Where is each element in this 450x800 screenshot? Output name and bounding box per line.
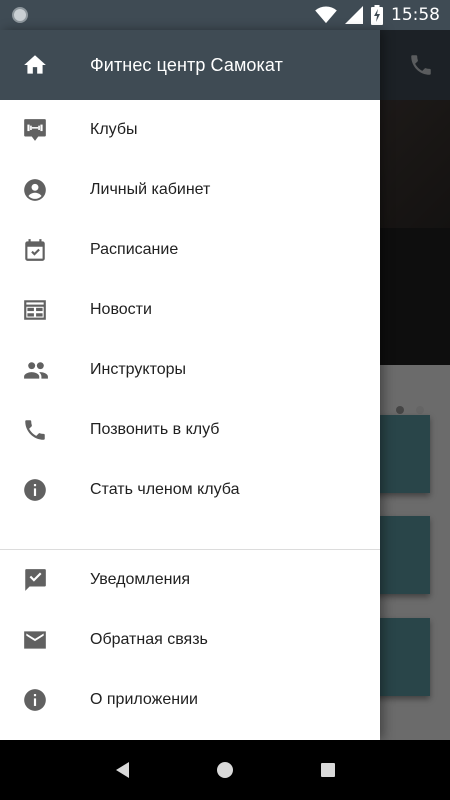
recents-icon[interactable]: [308, 750, 348, 790]
home-circle-icon[interactable]: [205, 750, 245, 790]
drawer-item-about[interactable]: О приложении: [0, 670, 380, 730]
drawer-item-label: Обратная связь: [90, 631, 208, 648]
drawer-item-schedule[interactable]: Расписание: [0, 220, 380, 280]
status-icons: 15:58: [315, 0, 440, 30]
drawer-item-instructors[interactable]: Инструкторы: [0, 340, 380, 400]
drawer-item-label: Расписание: [90, 241, 179, 258]
dumbbell-location-icon: [0, 117, 90, 143]
notification-check-icon: [0, 567, 90, 593]
info-icon: [0, 477, 90, 503]
drawer-item-notifications[interactable]: Уведомления: [0, 550, 380, 610]
account-circle-icon: [0, 177, 90, 203]
drawer-item-label: Уведомления: [90, 571, 191, 588]
drawer-header[interactable]: Фитнес центр Самокат: [0, 30, 380, 100]
drawer-item-label: Инструкторы: [90, 361, 187, 378]
drawer-item-label: Личный кабинет: [90, 181, 211, 198]
drawer-title: Фитнес центр Самокат: [90, 54, 283, 75]
drawer-menu-primary: Клубы Личный кабинет Расписание Новости …: [0, 100, 380, 520]
drawer-item-label: Клубы: [90, 121, 138, 138]
phone-icon: [0, 417, 90, 443]
navigation-drawer: Фитнес центр Самокат Клубы Личный кабине…: [0, 30, 380, 740]
status-time: 15:58: [391, 5, 440, 25]
status-bar: 15:58: [0, 0, 450, 30]
drawer-menu-secondary: Уведомления Обратная связь О приложении: [0, 550, 380, 730]
drawer-item-news[interactable]: Новости: [0, 280, 380, 340]
people-icon: [0, 357, 90, 383]
drawer-item-feedback[interactable]: Обратная связь: [0, 610, 380, 670]
drawer-item-clubs[interactable]: Клубы: [0, 100, 380, 160]
drawer-item-call-club[interactable]: Позвонить в клуб: [0, 400, 380, 460]
system-nav-bar: [0, 740, 450, 800]
drawer-item-become-member[interactable]: Стать членом клуба: [0, 460, 380, 520]
signal-icon: [345, 6, 363, 24]
drawer-item-account[interactable]: Личный кабинет: [0, 160, 380, 220]
drawer-item-label: Новости: [90, 301, 152, 318]
battery-charging-icon: [371, 5, 383, 25]
wifi-icon: [315, 6, 337, 24]
notification-dot-icon: [12, 7, 28, 23]
drawer-item-label: О приложении: [90, 691, 198, 708]
drawer-item-label: Стать членом клуба: [90, 481, 240, 498]
back-icon[interactable]: [102, 750, 142, 790]
home-icon: [0, 52, 90, 78]
newspaper-icon: [0, 297, 90, 323]
mail-icon: [0, 627, 90, 653]
info-icon: [0, 687, 90, 713]
drawer-item-label: Позвонить в клуб: [90, 421, 220, 438]
calendar-check-icon: [0, 237, 90, 263]
